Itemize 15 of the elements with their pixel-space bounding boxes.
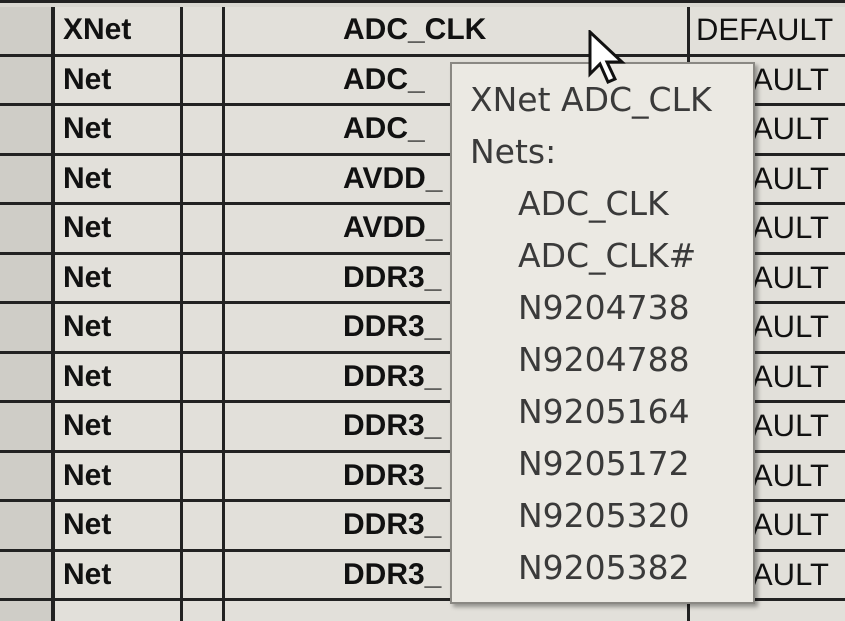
table-cell: Net <box>55 254 183 301</box>
table-cell: Net <box>55 552 183 598</box>
table-cell: Net <box>55 354 183 400</box>
table-cell: Net <box>55 403 183 450</box>
table-cell: Net <box>55 106 183 152</box>
table-cell: XNet <box>55 7 183 54</box>
table-cell: Net <box>55 452 183 499</box>
table-cell: ADC_CLK <box>225 7 690 54</box>
table-cell: Net <box>55 304 183 350</box>
cursor-icon <box>588 30 628 84</box>
table-cell: Net <box>55 56 183 103</box>
table-cell: Net <box>55 502 183 548</box>
table-cell: Net <box>55 156 183 202</box>
table-cell: Net <box>55 205 183 252</box>
table-cell: DEFAULT <box>690 7 845 54</box>
